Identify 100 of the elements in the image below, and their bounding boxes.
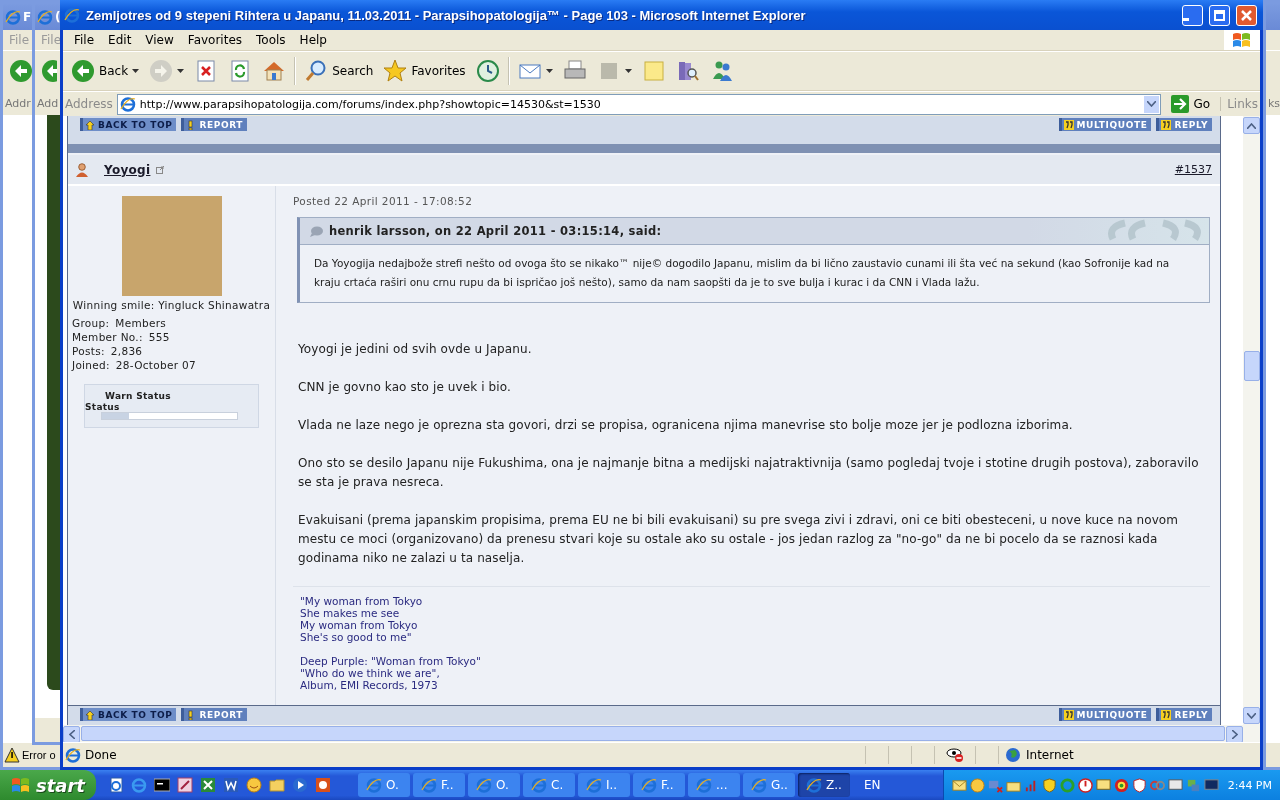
address-field[interactable]: http://www.parapsihopatologija.com/forums/index.php?showtopic=14530&st=1530 — [116, 93, 1161, 115]
back-to-top-button[interactable]: BACK TO TOP — [80, 708, 177, 721]
post-paragraph: CNN je govno kao sto je uvek i bio. — [298, 379, 512, 396]
window-icon — [641, 777, 657, 793]
search-button[interactable]: Search — [300, 56, 378, 86]
monitor-icon[interactable] — [1167, 777, 1183, 793]
post-paragraph: Vlada ne laze nego je oprezna sta govori, drzi se propisa, ogranicena njima manevrise sto bolje moze jer je podlozna izborima. — [298, 417, 1074, 434]
close-button[interactable] — [1236, 4, 1257, 26]
signature-line: She's so good to me" — [300, 631, 413, 643]
back-button[interactable]: Back — [67, 56, 144, 86]
media-icon[interactable] — [292, 777, 308, 793]
report-button[interactable]: REPORT — [181, 708, 248, 721]
envelope-icon[interactable] — [951, 777, 967, 793]
menu-item[interactable]: Favorites — [180, 31, 250, 49]
chevron-up-icon[interactable] — [1247, 122, 1256, 129]
paint-icon[interactable] — [177, 777, 193, 793]
browser-icon — [5, 8, 21, 25]
document-icon[interactable] — [108, 777, 124, 793]
chevron-down-icon[interactable] — [1247, 712, 1256, 719]
taskbar-item[interactable]: ... — [688, 773, 740, 797]
menu-item[interactable]: Tools — [249, 31, 293, 49]
quote-text: Da Yoyogija nedajbože strefi nešto od ovoga što se nikako™ nije© dogodilo Japanu, mislim da bi lično zaustavio cunami ili šta već na sekund (kao Sofronije kad na kraju crtaća raširi onu crnu rupu da bi ispričao još nešto), samo da nam saopšti da je to sve bulja i kurac i da CNN i Vlada lažu. — [313, 256, 1171, 290]
shield-icon[interactable] — [1041, 777, 1057, 793]
chevron-down-icon[interactable] — [1146, 101, 1156, 107]
arrow-icon[interactable] — [41, 59, 57, 83]
window-title: ( — [55, 9, 61, 24]
profile-value: Members — [115, 316, 167, 330]
taskbar-item[interactable]: F.. — [633, 773, 685, 797]
profile-value: 555 — [148, 330, 170, 344]
warn-status-title: Warn Status — [105, 391, 171, 401]
menu-item[interactable]: File — [41, 33, 62, 47]
scrollbar-thumb[interactable] — [1244, 351, 1260, 381]
taskbar-item[interactable]: O. — [468, 773, 520, 797]
arrow-icon — [1170, 95, 1189, 113]
multiquote-button[interactable]: MULTIQUOTE — [1058, 118, 1152, 131]
multiquote-button[interactable]: MULTIQUOTE — [1058, 708, 1152, 721]
links-label[interactable]: ks — [1268, 96, 1280, 110]
smiley-icon[interactable] — [969, 777, 985, 793]
window-icon — [751, 777, 767, 793]
maximize-button[interactable] — [1209, 4, 1230, 26]
minimize-icon — [1183, 17, 1189, 21]
report-button[interactable]: REPORT — [181, 118, 248, 131]
external-link-icon[interactable] — [156, 165, 165, 174]
presentation-icon[interactable] — [315, 777, 331, 793]
terminal-icon[interactable] — [154, 777, 170, 793]
taskbar-item[interactable]: F.. — [413, 773, 465, 797]
chevron-left-icon[interactable] — [68, 730, 75, 739]
author-link[interactable]: Yoyogi — [104, 162, 151, 177]
profile-value: 2,836 — [110, 344, 143, 358]
note-icon — [641, 59, 666, 83]
window-icon — [366, 777, 382, 793]
clock-icon — [475, 59, 500, 83]
taskbar-item[interactable]: Z.. — [798, 773, 850, 797]
reply-button[interactable]: REPLY — [1156, 708, 1212, 721]
monitor-icon[interactable] — [1095, 777, 1111, 793]
language-indicator[interactable]: EN — [864, 778, 894, 792]
taskbar-item[interactable]: O. — [358, 773, 410, 797]
signature-line: "My woman from Tokyo — [300, 595, 424, 607]
menu-item[interactable]: File — [67, 31, 102, 49]
security-zone: Internet — [1026, 748, 1074, 762]
quote-icon — [1063, 709, 1074, 720]
go-button[interactable]: Go — [1164, 95, 1217, 113]
spreadsheet-icon[interactable] — [200, 777, 216, 793]
start-button[interactable]: start — [0, 770, 96, 800]
minimize-button[interactable] — [1182, 4, 1203, 26]
maximize-icon — [1214, 9, 1225, 21]
signature-line: Deep Purple: "Woman from Tokyo" — [300, 655, 482, 667]
horizontal-scrollbar[interactable] — [63, 725, 1260, 742]
user-icon — [76, 162, 88, 177]
quote-icon — [1161, 119, 1172, 130]
menu-item[interactable]: Edit — [101, 31, 139, 49]
smiley-icon[interactable] — [246, 777, 262, 793]
alert-icon[interactable] — [1077, 777, 1093, 793]
windows-logo-icon — [10, 776, 30, 794]
caret-icon[interactable] — [132, 69, 140, 73]
taskbar-item[interactable]: G.. — [743, 773, 795, 797]
target-icon[interactable] — [1113, 777, 1129, 793]
window-icon — [586, 777, 602, 793]
taskbar-item[interactable]: C. — [523, 773, 575, 797]
menu-item[interactable]: File — [9, 33, 30, 47]
caret-icon[interactable] — [545, 69, 553, 73]
privacy-eye-icon — [946, 747, 964, 763]
avatar-caption: Winning smile: Yingluck Shinawatra — [72, 299, 271, 312]
taskbar-item[interactable]: I.. — [578, 773, 630, 797]
links-label[interactable]: Links — [1220, 97, 1258, 111]
menu-item[interactable]: View — [138, 31, 181, 49]
chevron-right-icon[interactable] — [1231, 730, 1238, 739]
back-to-top-button[interactable]: BACK TO TOP — [80, 118, 177, 131]
folder-icon[interactable] — [269, 777, 285, 793]
window-icon — [476, 777, 492, 793]
clock: 2:44 PM — [1227, 778, 1272, 792]
vertical-scrollbar[interactable] — [1243, 116, 1260, 725]
document-icon[interactable] — [223, 777, 239, 793]
browser-icon[interactable] — [131, 777, 147, 793]
reply-button[interactable]: REPLY — [1156, 118, 1212, 131]
monitor-icon[interactable] — [1203, 777, 1219, 793]
menu-item[interactable]: Help — [292, 31, 334, 49]
post-number-link[interactable]: #1537 — [1174, 163, 1212, 176]
shield-icon[interactable] — [1131, 777, 1147, 793]
favorites-button[interactable]: Favorites — [379, 56, 470, 86]
